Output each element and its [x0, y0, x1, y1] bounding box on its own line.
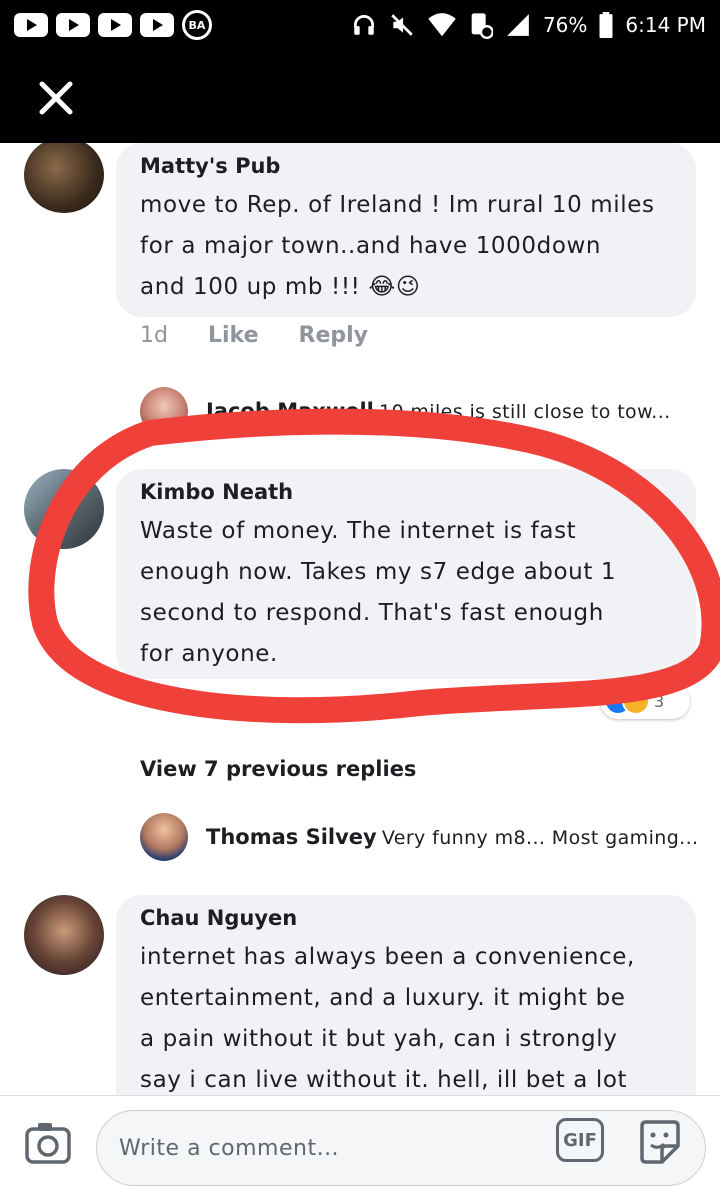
comment-actions: 1d Like Reply — [140, 323, 368, 348]
comment-text: entertainment, and a luxury. it might be — [140, 985, 626, 1011]
youtube-icon — [140, 13, 174, 37]
reply-link[interactable]: Reply — [299, 323, 369, 348]
reply-author[interactable]: Jacob Maxwell — [206, 399, 374, 423]
avatar[interactable] — [24, 143, 104, 213]
comment-text: say i can live without it. hell, ill bet… — [140, 1067, 628, 1093]
youtube-icon — [14, 13, 48, 37]
comment-bubble: Matty's Pub move to Rep. of Ireland ! Im… — [116, 143, 696, 317]
wifi-icon — [428, 13, 456, 37]
comment-text: for anyone. — [140, 641, 278, 667]
youtube-icon — [98, 13, 132, 37]
comment-author[interactable]: Matty's Pub — [140, 147, 672, 185]
comment-bubble: Kimbo Neath Waste of money. The internet… — [116, 469, 696, 679]
gif-icon[interactable]: GIF — [556, 1118, 604, 1162]
reply-preview[interactable]: Thomas Silvey Very funny m8... Most gami… — [140, 813, 699, 861]
comment-text: Waste of money. The internet is fast — [140, 518, 577, 544]
comment-composer — [0, 1095, 720, 1199]
comment-author[interactable]: Kimbo Neath — [140, 473, 672, 511]
comment-text: for a major town..and have 1000down — [140, 233, 602, 259]
comment-text: a pain without it but yah, can i strongl… — [140, 1026, 618, 1052]
reaction-count: 3 — [654, 691, 665, 711]
comment-text: move to Rep. of Ireland ! Im rural 10 mi… — [140, 192, 655, 218]
data-saver-icon — [471, 13, 493, 39]
close-icon[interactable] — [34, 76, 78, 120]
reaction-summary[interactable]: 3 — [600, 683, 690, 719]
battery-icon — [599, 12, 613, 38]
notification-icons: BA — [14, 10, 212, 40]
status-bar: BA 76% 6:14 PM — [0, 0, 720, 50]
reply-text: 10 miles is still close to tow... — [378, 401, 671, 423]
comment-text: internet has always been a convenience, — [140, 944, 635, 970]
ba-icon: BA — [182, 10, 212, 40]
comment-bubble: Chau Nguyen internet has always been a c… — [116, 895, 696, 1095]
system-icons: 76% 6:14 PM — [351, 11, 706, 39]
youtube-icon — [56, 13, 90, 37]
signal-icon — [507, 14, 529, 36]
avatar[interactable] — [24, 469, 104, 549]
reply-preview[interactable]: Jacob Maxwell 10 miles is still close to… — [140, 387, 671, 435]
avatar[interactable] — [140, 387, 188, 435]
battery-percent: 76% — [542, 13, 588, 37]
reply-author[interactable]: Thomas Silvey — [206, 825, 377, 849]
clock: 6:14 PM — [625, 13, 706, 37]
comment-author[interactable]: Chau Nguyen — [140, 899, 672, 937]
top-bar — [0, 50, 720, 143]
comment-text: enough now. Takes my s7 edge about 1 — [140, 559, 617, 585]
avatar[interactable] — [140, 813, 188, 861]
mute-icon — [391, 14, 413, 36]
sticker-icon[interactable] — [636, 1118, 684, 1166]
headphones-icon — [353, 14, 374, 35]
comment-field — [96, 1110, 706, 1186]
camera-icon[interactable] — [24, 1120, 72, 1166]
avatar[interactable] — [24, 895, 104, 975]
view-previous-replies[interactable]: View 7 previous replies — [140, 757, 416, 781]
like-link[interactable]: Like — [208, 323, 259, 348]
comments-feed[interactable]: Matty's Pub move to Rep. of Ireland ! Im… — [0, 143, 720, 1095]
reply-text: Very funny m8... Most gaming... — [381, 827, 699, 849]
comment-time: 1d — [140, 323, 168, 348]
haha-reaction-icon — [622, 687, 650, 715]
comment-input[interactable] — [119, 1135, 539, 1161]
comment-text: and 100 up mb !!! 😂😉 — [140, 274, 421, 300]
comment-text: second to respond. That's fast enough — [140, 600, 604, 626]
